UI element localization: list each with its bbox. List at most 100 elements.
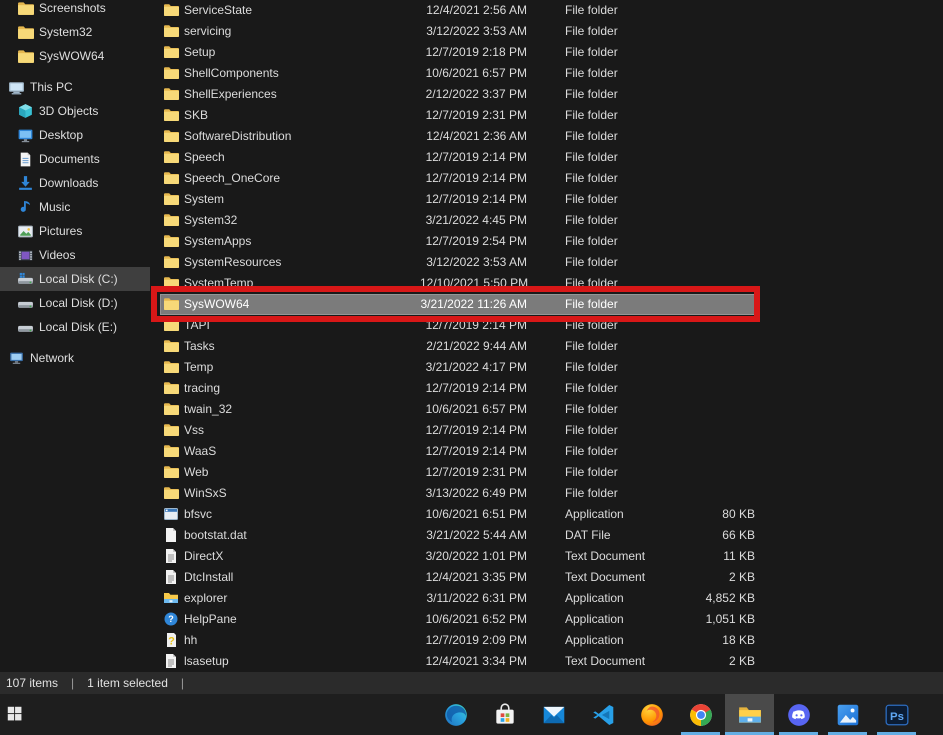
file-row-bootstat-dat[interactable]: bootstat.dat 3/21/2022 5:44 AM DAT File 66 … bbox=[150, 525, 943, 546]
taskbar-button-microsoft-store[interactable] bbox=[480, 694, 529, 735]
sidebar-item-local-disk-d[interactable]: Local Disk (D:) bbox=[0, 291, 150, 315]
sidebar-item-local-disk-e[interactable]: Local Disk (E:) bbox=[0, 315, 150, 339]
file-date-modified: 2/12/2022 3:37 PM bbox=[425, 87, 527, 101]
file-name: ShellExperiences bbox=[184, 87, 277, 101]
file-row-setup[interactable]: Setup 12/7/2019 2:18 PM File folder bbox=[150, 42, 943, 63]
file-row-syswow64[interactable]: SysWOW64 3/21/2022 11:26 AM File folder bbox=[150, 294, 943, 315]
sidebar-item-system32[interactable]: System32 bbox=[0, 20, 150, 44]
file-date-modified: 12/4/2021 2:56 AM bbox=[426, 3, 527, 17]
file-row-systemtemp[interactable]: SystemTemp 12/10/2021 5:50 PM File folder bbox=[150, 273, 943, 294]
folder-icon bbox=[163, 317, 179, 333]
photoshop-icon: Ps bbox=[884, 702, 910, 728]
file-row-explorer[interactable]: explorer 3/11/2022 6:31 PM Application 4,85… bbox=[150, 588, 943, 609]
videos-icon bbox=[17, 247, 34, 264]
taskbar-button-firefox[interactable] bbox=[627, 694, 676, 735]
sidebar-item-label: Local Disk (C:) bbox=[39, 272, 118, 286]
sidebar-item-label: Documents bbox=[39, 152, 100, 166]
taskbar-button-photos[interactable] bbox=[823, 694, 872, 735]
taskbar-button-discord[interactable] bbox=[774, 694, 823, 735]
file-row-tasks[interactable]: Tasks 2/21/2022 9:44 AM File folder bbox=[150, 336, 943, 357]
file-size: 11 KB bbox=[723, 549, 755, 563]
file-row-servicestate[interactable]: ServiceState 12/4/2021 2:56 AM File folder bbox=[150, 0, 943, 21]
file-date-modified: 12/7/2019 2:54 PM bbox=[425, 234, 527, 248]
sidebar-item-label: 3D Objects bbox=[39, 104, 99, 118]
sidebar-item-screenshots[interactable]: Screenshots bbox=[0, 0, 150, 20]
taskbar-button-file-explorer[interactable] bbox=[725, 694, 774, 735]
file-row-waas[interactable]: WaaS 12/7/2019 2:14 PM File folder bbox=[150, 441, 943, 462]
sidebar-item-documents[interactable]: Documents bbox=[0, 147, 150, 171]
network-icon bbox=[8, 350, 25, 367]
file-row-system[interactable]: System 12/7/2019 2:14 PM File folder bbox=[150, 189, 943, 210]
file-row-dtcinstall[interactable]: DtcInstall 12/4/2021 3:35 PM Text Document… bbox=[150, 567, 943, 588]
taskbar-buttons: Ps bbox=[431, 694, 921, 735]
file-row-web[interactable]: Web 12/7/2019 2:31 PM File folder bbox=[150, 462, 943, 483]
text-icon bbox=[163, 653, 179, 669]
text-icon bbox=[163, 569, 179, 585]
file-row-skb[interactable]: SKB 12/7/2019 2:31 PM File folder bbox=[150, 105, 943, 126]
sidebar-item-network[interactable]: Network bbox=[0, 346, 150, 370]
file-row-systemresources[interactable]: SystemResources 3/12/2022 3:53 AM File fol… bbox=[150, 252, 943, 273]
sidebar-item-3d-objects[interactable]: 3D Objects bbox=[0, 99, 150, 123]
svg-text:Ps: Ps bbox=[890, 710, 904, 722]
file-name: ShellComponents bbox=[184, 66, 279, 80]
file-date-modified: 12/4/2021 3:35 PM bbox=[425, 570, 527, 584]
file-row-helppane[interactable]: ? HelpPane 10/6/2021 6:52 PM Application 1,0… bbox=[150, 609, 943, 630]
sidebar-item-videos[interactable]: Videos bbox=[0, 243, 150, 267]
sidebar-item-label: Downloads bbox=[39, 176, 99, 190]
file-row-tracing[interactable]: tracing 12/7/2019 2:14 PM File folder bbox=[150, 378, 943, 399]
file-row-system32[interactable]: System32 3/21/2022 4:45 PM File folder bbox=[150, 210, 943, 231]
sidebar-item-this-pc[interactable]: This PC bbox=[0, 75, 150, 99]
file-row-softwaredistribution[interactable]: SoftwareDistribution 12/4/2021 2:36 AM Fil… bbox=[150, 126, 943, 147]
file-row-twain-32[interactable]: twain_32 10/6/2021 6:57 PM File folder bbox=[150, 399, 943, 420]
file-date-modified: 12/7/2019 2:14 PM bbox=[425, 150, 527, 164]
application-icon bbox=[163, 506, 179, 522]
file-row-servicing[interactable]: servicing 3/12/2022 3:53 AM File folder bbox=[150, 21, 943, 42]
start-button[interactable] bbox=[0, 694, 48, 735]
sidebar-item-music[interactable]: Music bbox=[0, 195, 150, 219]
file-row-lsasetup[interactable]: lsasetup 12/4/2021 3:34 PM Text Document 2 … bbox=[150, 651, 943, 672]
file-name: SystemResources bbox=[184, 255, 282, 269]
file-type: DAT File bbox=[565, 528, 611, 542]
sidebar-item-label: Music bbox=[39, 200, 71, 214]
folder-icon bbox=[163, 212, 179, 228]
sidebar-item-desktop[interactable]: Desktop bbox=[0, 123, 150, 147]
text-icon bbox=[163, 548, 179, 564]
folder-icon bbox=[163, 65, 179, 81]
screen: Screenshots System32 SysWOW64 This PC 3D Obj… bbox=[0, 0, 943, 735]
file-row-hh[interactable]: ? hh 12/7/2019 2:09 PM Application 18 KB bbox=[150, 630, 943, 651]
file-row-bfsvc[interactable]: bfsvc 10/6/2021 6:51 PM Application 80 KB bbox=[150, 504, 943, 525]
file-type: File folder bbox=[565, 45, 618, 59]
taskbar-button-visual-studio-code[interactable] bbox=[578, 694, 627, 735]
sidebar-item-pictures[interactable]: Pictures bbox=[0, 219, 150, 243]
file-name: Tasks bbox=[184, 339, 215, 353]
sidebar-item-downloads[interactable]: Downloads bbox=[0, 171, 150, 195]
taskbar-button-microsoft-edge[interactable] bbox=[431, 694, 480, 735]
taskbar-button-mail[interactable] bbox=[529, 694, 578, 735]
this-pc-icon bbox=[8, 79, 25, 96]
file-row-shellcomponents[interactable]: ShellComponents 10/6/2021 6:57 PM File fol… bbox=[150, 63, 943, 84]
folder-icon bbox=[163, 359, 179, 375]
sidebar-item-label: Network bbox=[30, 351, 75, 365]
selection-count: 1 item selected bbox=[87, 676, 168, 690]
file-row-temp[interactable]: Temp 3/21/2022 4:17 PM File folder bbox=[150, 357, 943, 378]
file-date-modified: 3/21/2022 4:17 PM bbox=[425, 360, 527, 374]
chrome-icon bbox=[688, 702, 714, 728]
file-row-speech[interactable]: Speech 12/7/2019 2:14 PM File folder bbox=[150, 147, 943, 168]
file-date-modified: 12/7/2019 2:14 PM bbox=[425, 171, 527, 185]
file-row-vss[interactable]: Vss 12/7/2019 2:14 PM File folder bbox=[150, 420, 943, 441]
sidebar-item-label: Pictures bbox=[39, 224, 83, 238]
discord-icon bbox=[786, 702, 812, 728]
file-row-directx[interactable]: DirectX 3/20/2022 1:01 PM Text Document 11 … bbox=[150, 546, 943, 567]
folder-icon bbox=[163, 170, 179, 186]
file-row-systemapps[interactable]: SystemApps 12/7/2019 2:54 PM File folder bbox=[150, 231, 943, 252]
sidebar-item-syswow64[interactable]: SysWOW64 bbox=[0, 44, 150, 68]
file-row-winsxs[interactable]: WinSxS 3/13/2022 6:49 PM File folder bbox=[150, 483, 943, 504]
file-row-shellexperiences[interactable]: ShellExperiences 2/12/2022 3:37 PM File fo… bbox=[150, 84, 943, 105]
file-row-speech-onecore[interactable]: Speech_OneCore 12/7/2019 2:14 PM File fold… bbox=[150, 168, 943, 189]
taskbar-button-photoshop[interactable]: Ps bbox=[872, 694, 921, 735]
sidebar-item-local-disk-c[interactable]: Local Disk (C:) bbox=[0, 267, 150, 291]
file-row-tapi[interactable]: TAPI 12/7/2019 2:14 PM File folder bbox=[150, 315, 943, 336]
taskbar-button-chrome[interactable] bbox=[676, 694, 725, 735]
folder-icon bbox=[163, 275, 179, 291]
file-type: File folder bbox=[565, 423, 618, 437]
